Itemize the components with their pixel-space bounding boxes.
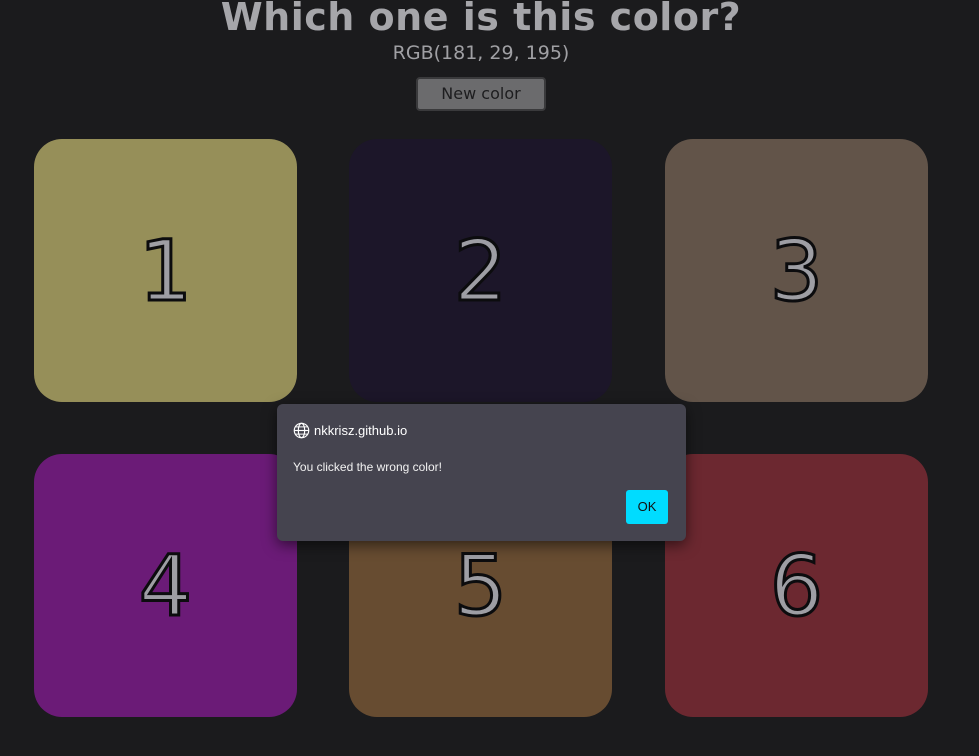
page: Which one is this color? RGB(181, 29, 19… (0, 0, 979, 756)
alert-dialog: nkkrisz.github.io You clicked the wrong … (277, 404, 686, 541)
color-tile-4[interactable]: 4 (34, 454, 297, 717)
tile-number: 3 (768, 221, 824, 320)
color-tile-3[interactable]: 3 (665, 139, 928, 402)
color-tile-6[interactable]: 6 (665, 454, 928, 717)
tile-number: 5 (452, 536, 508, 635)
page-title: Which one is this color? (220, 0, 742, 39)
globe-icon (293, 422, 310, 439)
color-tile-1[interactable]: 1 (34, 139, 297, 402)
ok-button[interactable]: OK (626, 490, 668, 524)
color-tile-2[interactable]: 2 (349, 139, 612, 402)
dialog-message: You clicked the wrong color! (293, 460, 442, 474)
dialog-origin: nkkrisz.github.io (293, 422, 407, 439)
rgb-value: RGB(181, 29, 195) (392, 42, 570, 64)
tile-number: 1 (137, 221, 193, 320)
tile-number: 2 (452, 221, 508, 320)
tile-number: 6 (768, 536, 824, 635)
new-color-button[interactable]: New color (416, 77, 546, 111)
dialog-origin-text: nkkrisz.github.io (314, 423, 408, 438)
tile-number: 4 (137, 536, 193, 635)
